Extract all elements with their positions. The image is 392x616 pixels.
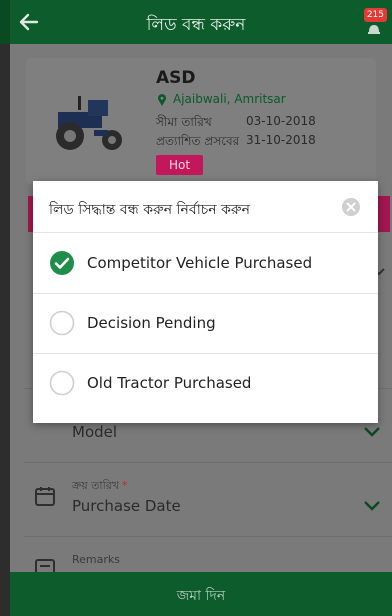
page-title: লিড বন্ধ করুন: [146, 15, 246, 35]
chevron-down-icon[interactable]: [364, 427, 380, 437]
dialog-title: লিড সিদ্ধান্ত বন্ধ করুন নির্বাচন করুন: [49, 202, 251, 218]
lead-card: ASD Ajaibwali, Amritsar সীমা তারিখ 03-10…: [26, 58, 376, 184]
date-value: 31-10-2018: [246, 133, 316, 147]
submit-label: জমা দিন: [176, 588, 226, 604]
purchase-date-value: Purchase Date: [72, 497, 181, 515]
radio-empty-icon[interactable]: [49, 310, 75, 336]
customer-location: Ajaibwali, Amritsar: [173, 92, 286, 106]
check-circle-icon[interactable]: [49, 250, 75, 276]
chevron-down-icon[interactable]: [364, 501, 380, 511]
purchase-date-label: ক্রয় তারিখ *: [72, 477, 128, 496]
date-label: সীমা তারিখ: [156, 115, 212, 129]
purchase-date-label-text: ক্রয় তারিখ: [72, 479, 120, 492]
date-value: 03-10-2018: [246, 114, 316, 128]
date-label: প্রত্যাশিত প্রসবের: [156, 134, 240, 148]
option-old-tractor-purchased[interactable]: Old Tractor Purchased: [33, 353, 378, 413]
radio-empty-icon[interactable]: [49, 370, 75, 396]
calendar-icon: [35, 487, 55, 506]
option-label: Decision Pending: [87, 314, 216, 332]
left-edge: [0, 44, 10, 616]
customer-name: ASD: [156, 68, 196, 88]
purchase-date-field[interactable]: ক্রয় তারিখ * Purchase Date: [24, 462, 392, 524]
close-icon[interactable]: [341, 197, 361, 217]
bell-icon[interactable]: [366, 22, 382, 36]
option-competitor-vehicle-purchased[interactable]: Competitor Vehicle Purchased: [33, 233, 378, 293]
location-pin-icon: [158, 94, 166, 106]
submit-button[interactable]: জমা দিন: [10, 572, 392, 616]
required-mark: *: [122, 479, 128, 492]
model-value: Model: [72, 423, 118, 441]
notification-badge: 215: [363, 8, 387, 22]
option-label: Competitor Vehicle Purchased: [87, 254, 313, 272]
remarks-label: Remarks: [72, 553, 120, 566]
option-label: Old Tractor Purchased: [87, 374, 252, 392]
status-badge: Hot: [156, 155, 204, 175]
remarks-field[interactable]: Remarks: [24, 536, 392, 579]
close-reason-dialog: লিড সিদ্ধান্ত বন্ধ করুন নির্বাচন করুন Co…: [33, 181, 378, 423]
tractor-image: [56, 96, 122, 150]
date-row: প্রত্যাশিত প্রসবের 31-10-2018: [156, 133, 316, 153]
option-decision-pending[interactable]: Decision Pending: [33, 293, 378, 353]
app-header: লিড বন্ধ করুন 215: [0, 0, 392, 44]
date-row: সীমা তারিখ 03-10-2018: [156, 114, 316, 134]
